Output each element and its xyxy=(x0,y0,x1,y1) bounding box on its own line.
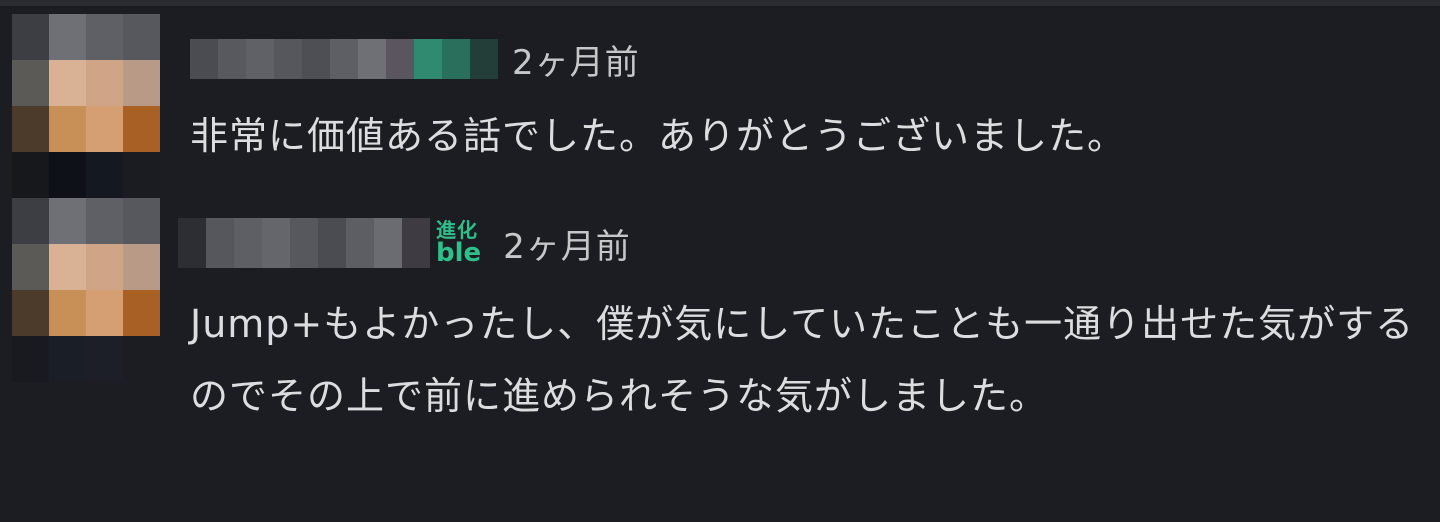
comment-header: 2ヶ月前 xyxy=(190,34,640,84)
comment-text: 非常に価値ある話でした。ありがとうございました。 xyxy=(190,114,1127,158)
author-name-redacted[interactable] xyxy=(178,218,430,268)
comment-timestamp[interactable]: 2ヶ月前 xyxy=(512,35,640,84)
badge-text-line2: ble xyxy=(436,238,482,268)
avatar[interactable] xyxy=(12,198,160,382)
avatar[interactable] xyxy=(12,14,160,198)
member-badge: 進化 ble xyxy=(436,218,481,268)
comment-timestamp[interactable]: 2ヶ月前 xyxy=(503,219,631,268)
badge-text-line1: 進化 xyxy=(436,218,478,242)
author-name-redacted[interactable] xyxy=(190,39,498,79)
comment-text: Jump+もよかったし、僕が気にしていたことも一通り出せた気がするのでその上で前… xyxy=(190,302,1415,418)
comment-header: 進化 ble 2ヶ月前 xyxy=(178,218,631,268)
top-divider xyxy=(0,0,1440,6)
